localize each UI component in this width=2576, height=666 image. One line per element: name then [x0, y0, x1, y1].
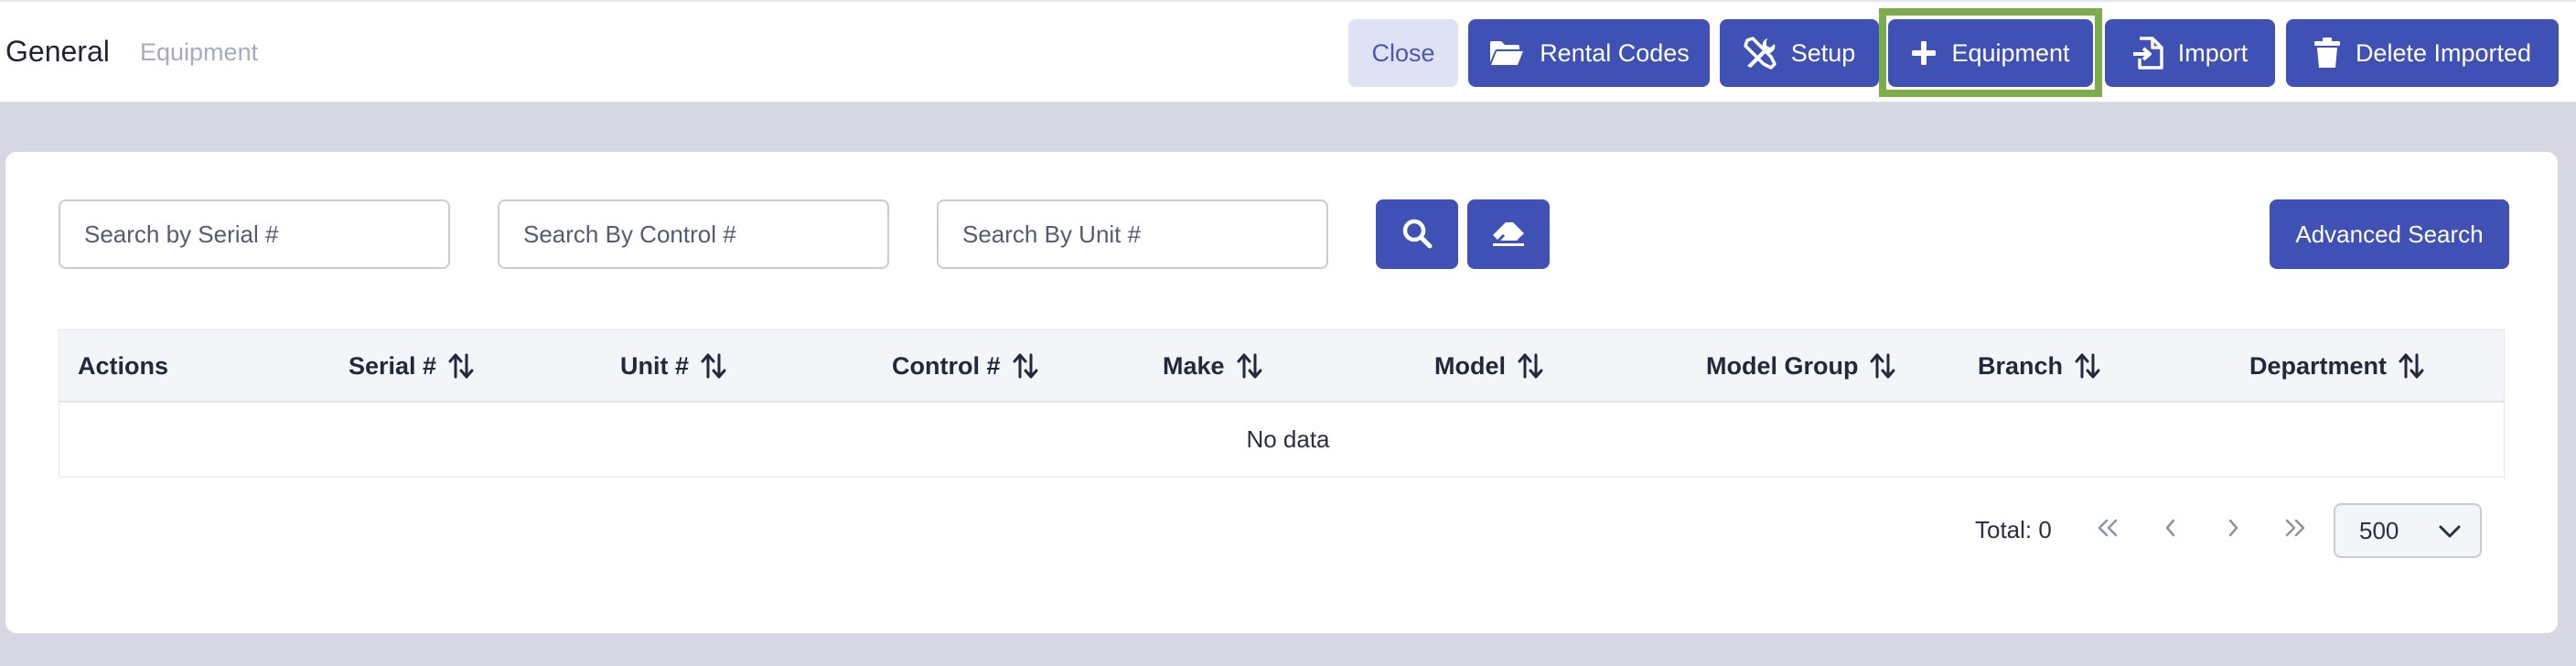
column-branch[interactable]: Branch — [1978, 330, 2101, 402]
eraser-icon — [1491, 220, 1526, 250]
column-unit-label: Unit # — [620, 351, 690, 380]
import-button[interactable]: Import — [2105, 19, 2275, 87]
table-body: No data — [59, 403, 2505, 478]
page-size-select[interactable]: 500 — [2334, 503, 2482, 558]
chevrons-right-icon — [2283, 518, 2307, 541]
file-import-icon — [2132, 37, 2163, 70]
column-control-label: Control # — [892, 351, 1001, 380]
column-model-group[interactable]: Model Group — [1706, 330, 1896, 402]
chevrons-left-icon — [2096, 518, 2120, 541]
column-actions: Actions — [78, 330, 168, 402]
total-count: Total: 0 — [1975, 516, 2052, 543]
column-make[interactable]: Make — [1163, 330, 1263, 402]
chevron-left-icon — [2163, 518, 2178, 541]
sort-icon[interactable] — [1869, 352, 1896, 380]
trash-icon — [2313, 37, 2341, 70]
column-serial-label: Serial # — [349, 351, 437, 380]
advanced-search-button[interactable]: Advanced Search — [2270, 199, 2509, 269]
chevron-right-icon — [2226, 518, 2240, 541]
column-control[interactable]: Control # — [892, 330, 1039, 402]
column-model[interactable]: Model — [1434, 330, 1544, 402]
sort-icon[interactable] — [447, 352, 475, 380]
plus-icon — [1911, 40, 1937, 66]
column-make-label: Make — [1163, 351, 1225, 380]
folder-open-icon — [1488, 39, 1525, 67]
column-model-group-label: Model Group — [1706, 351, 1859, 380]
first-page-button[interactable] — [2088, 509, 2128, 549]
delete-imported-label: Delete Imported — [2355, 38, 2532, 67]
tools-icon — [1743, 37, 1776, 70]
close-button[interactable]: Close — [1348, 19, 1458, 87]
column-branch-label: Branch — [1978, 351, 2064, 380]
column-department[interactable]: Department — [2249, 330, 2425, 402]
prev-page-button[interactable] — [2151, 509, 2191, 549]
chevron-down-icon — [2438, 517, 2462, 545]
setup-button[interactable]: Setup — [1720, 19, 1879, 87]
search-control-input[interactable] — [498, 199, 889, 269]
add-equipment-button[interactable]: Equipment — [1888, 19, 2093, 87]
search-icon — [1401, 218, 1433, 252]
import-label: Import — [2177, 38, 2249, 67]
top-header: General Equipment Close Rental Codes Set… — [0, 0, 2576, 102]
table-header: Actions Serial # Unit # Control # Make M… — [59, 329, 2505, 403]
setup-label: Setup — [1790, 38, 1856, 67]
equipment-button-label: Equipment — [1951, 38, 2070, 67]
sort-icon[interactable] — [2398, 352, 2425, 380]
column-model-label: Model — [1434, 351, 1506, 380]
rental-codes-label: Rental Codes — [1540, 38, 1690, 67]
column-department-label: Department — [2249, 351, 2388, 380]
no-data-message: No data — [1246, 425, 1330, 453]
rental-codes-button[interactable]: Rental Codes — [1468, 19, 1710, 87]
sort-icon[interactable] — [2074, 352, 2101, 380]
column-serial[interactable]: Serial # — [349, 330, 475, 402]
sort-icon[interactable] — [700, 352, 727, 380]
page-size-value: 500 — [2359, 516, 2399, 544]
breadcrumb-general[interactable]: General — [5, 35, 110, 69]
delete-imported-button[interactable]: Delete Imported — [2286, 19, 2559, 87]
column-actions-label: Actions — [78, 351, 169, 380]
close-button-label: Close — [1371, 38, 1435, 67]
equipment-card: Advanced Search Actions Serial # Unit # … — [5, 152, 2558, 633]
search-unit-input[interactable] — [937, 199, 1328, 269]
column-unit[interactable]: Unit # — [620, 330, 727, 402]
clear-search-button[interactable] — [1467, 199, 1550, 269]
search-serial-input[interactable] — [59, 199, 450, 269]
search-button[interactable] — [1376, 199, 1458, 269]
sort-icon[interactable] — [1517, 352, 1544, 380]
sort-icon[interactable] — [1236, 352, 1263, 380]
next-page-button[interactable] — [2213, 509, 2253, 549]
breadcrumb-equipment[interactable]: Equipment — [140, 38, 258, 67]
last-page-button[interactable] — [2275, 509, 2315, 549]
sort-icon[interactable] — [1012, 352, 1039, 380]
